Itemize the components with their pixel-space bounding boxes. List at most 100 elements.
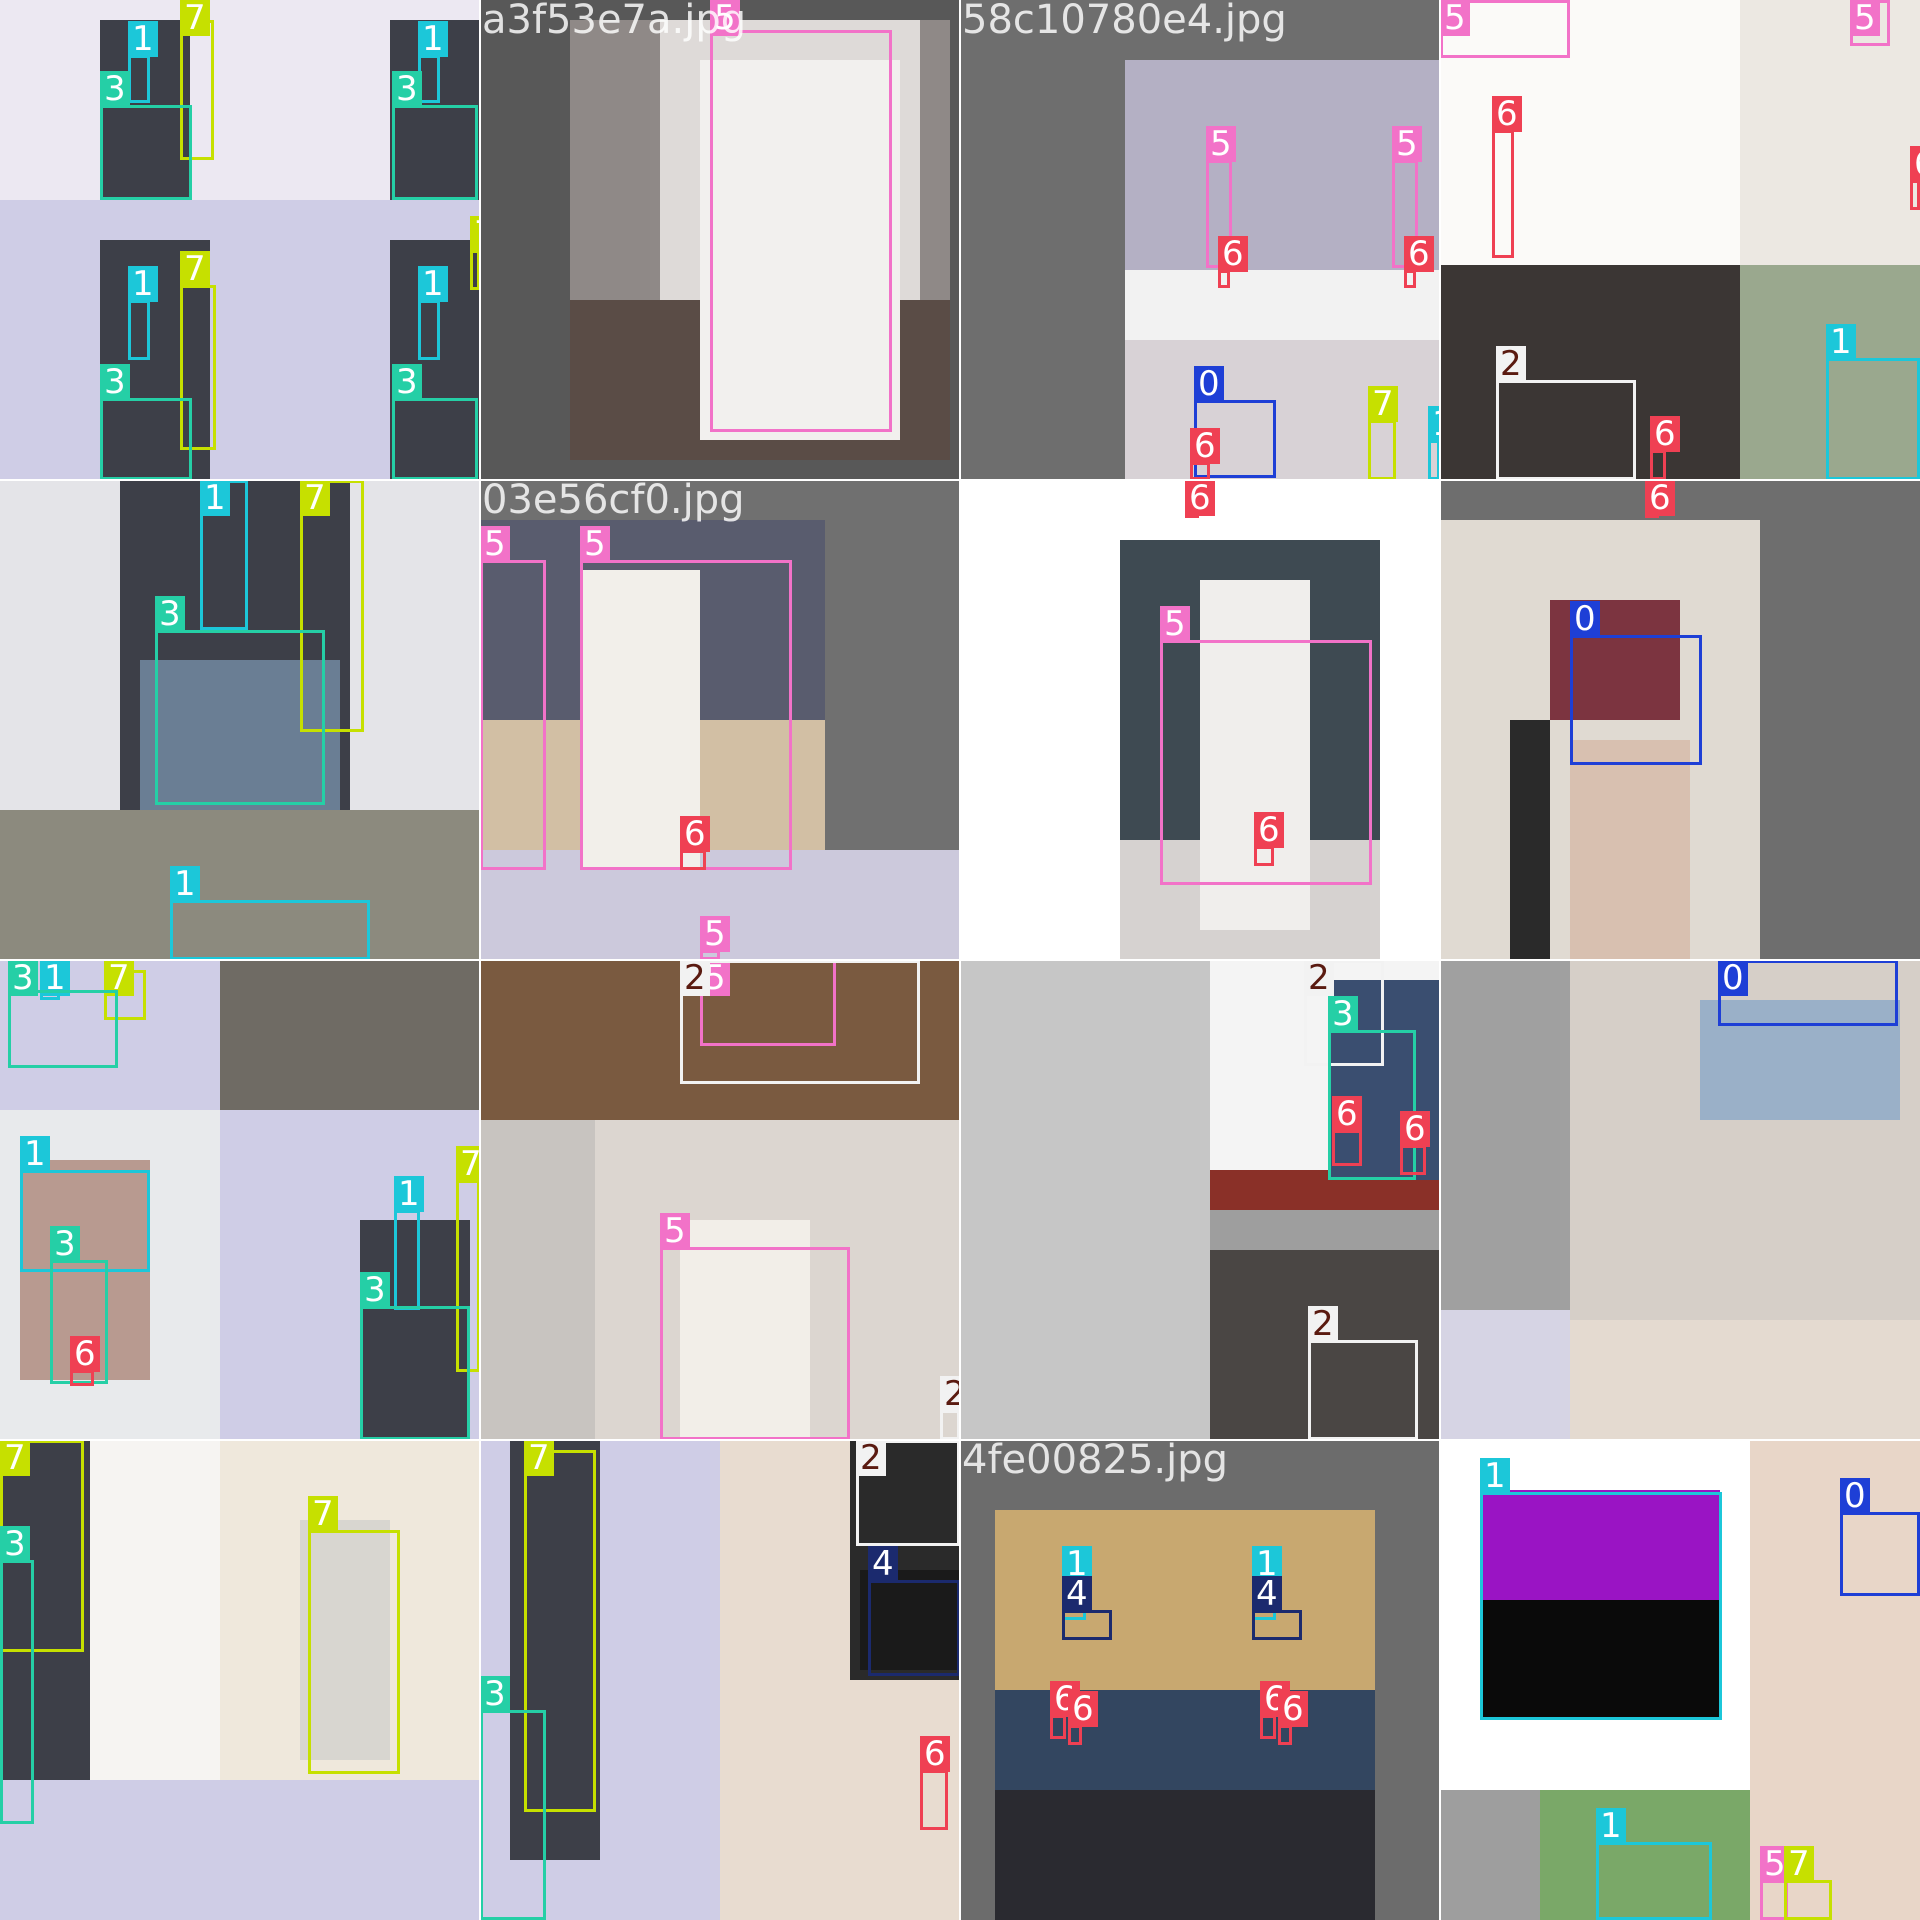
- tile-15: 1 4 6 6 1 4 6 6 4fe00825.jpg: [960, 1440, 1440, 1920]
- bbox-label: 3: [0, 1526, 30, 1562]
- bbox-class-1: [1480, 1492, 1722, 1720]
- bbox-class-1: [170, 900, 370, 960]
- bbox-label: 1: [200, 480, 230, 516]
- bbox-class-6: [1332, 1130, 1362, 1166]
- tile-10: 5252: [480, 960, 960, 1440]
- bbox-label: 5: [660, 1213, 690, 1249]
- tile-6: 5 5 6 5 03e56cf0.jpg: [480, 480, 960, 960]
- bbox-class-5: [480, 560, 546, 870]
- bbox-class-3: [100, 398, 192, 480]
- bbox-label: 0: [1194, 366, 1224, 402]
- bbox-label: 1: [394, 1176, 424, 1212]
- bbox-label: 0: [1718, 960, 1748, 996]
- bbox-label: 7: [0, 1440, 30, 1476]
- bbox-label: 6: [1218, 236, 1248, 272]
- bbox-label: 5: [1850, 0, 1880, 36]
- bbox-class-2: [1496, 380, 1636, 480]
- bbox-label: 7: [180, 251, 210, 287]
- bbox-class-2: [1308, 1340, 1418, 1440]
- bbox-label: 6: [1492, 96, 1522, 132]
- bbox-class-6: [1400, 1145, 1426, 1175]
- photo-region: [1440, 1310, 1570, 1440]
- bbox-label: 4: [1252, 1576, 1282, 1612]
- bbox-label: 2: [856, 1440, 886, 1476]
- bbox-class-5: [660, 1247, 850, 1440]
- bbox-label: 5: [1160, 606, 1190, 642]
- bbox-label: 1: [128, 21, 158, 57]
- bbox-class-7: [1368, 420, 1396, 480]
- photo-region: [1570, 740, 1690, 960]
- detection-mosaic: 173131731375a3f53e7a.jpg5656067158c10780…: [0, 0, 1920, 1920]
- bbox-class-1: [418, 300, 440, 360]
- bbox-label: 7: [180, 0, 210, 36]
- photo-region: [1440, 1790, 1540, 1920]
- bbox-label: 0: [1840, 1478, 1870, 1514]
- bbox-label: 6: [1254, 812, 1284, 848]
- bbox-label: 6: [70, 1336, 100, 1372]
- bbox-label: 7: [300, 480, 330, 516]
- tile-4: 5 6 6 5 2 1 6: [1440, 0, 1920, 480]
- bbox-label: 2: [1308, 1306, 1338, 1342]
- bbox-label: 1: [20, 1136, 50, 1172]
- photo-region: [1570, 1320, 1920, 1440]
- bbox-label: 7: [524, 1440, 554, 1476]
- bbox-class-0: [1840, 1512, 1920, 1596]
- bbox-class-6: [1492, 130, 1514, 258]
- bbox-class-3: [392, 105, 478, 200]
- bbox-label: 6: [1068, 1691, 1098, 1727]
- bbox-label: 1: [1596, 1808, 1626, 1844]
- bbox-label: 6: [1404, 236, 1434, 272]
- photo-region: [0, 1780, 480, 1920]
- bbox-label: 3: [480, 1676, 510, 1712]
- bbox-class-3: [392, 398, 478, 480]
- tile-1: 17313173137: [0, 0, 480, 480]
- bbox-label: 6: [1400, 1111, 1430, 1147]
- bbox-label: 2: [1304, 960, 1334, 996]
- bbox-class-3: [155, 630, 325, 805]
- bbox-label: 5: [1392, 126, 1422, 162]
- bbox-class-6: [1910, 180, 1920, 210]
- bbox-class-0: [1570, 635, 1702, 765]
- bbox-label: 3: [155, 596, 185, 632]
- bbox-label: 6: [920, 1736, 950, 1772]
- bbox-class-3: [8, 990, 118, 1068]
- bbox-label: 6: [1332, 1096, 1362, 1132]
- bbox-label: 1: [418, 21, 448, 57]
- bbox-label: 6: [1185, 480, 1215, 516]
- bbox-label: 3: [8, 960, 38, 996]
- bbox-label: 6: [1190, 428, 1220, 464]
- bbox-label: 6: [1278, 1691, 1308, 1727]
- photo-region: [995, 1790, 1375, 1920]
- tile-5: 1731: [0, 480, 480, 960]
- bbox-label: 5: [1440, 0, 1470, 36]
- bbox-class-4: [1252, 1610, 1302, 1640]
- tile-8: 06: [1440, 480, 1920, 960]
- bbox-label: 1: [1480, 1458, 1510, 1494]
- tile-3: 5656067158c10780e4.jpg: [960, 0, 1440, 480]
- bbox-label: 6: [680, 816, 710, 852]
- tile-2: 5 a3f53e7a.jpg: [480, 0, 960, 480]
- bbox-label: 5: [700, 916, 730, 952]
- bbox-label: 7: [1784, 1846, 1814, 1882]
- bbox-label: 6: [1645, 480, 1675, 516]
- bbox-label: 3: [1328, 996, 1358, 1032]
- tile-filename: a3f53e7a.jpg: [482, 0, 747, 43]
- bbox-class-2: [940, 1410, 960, 1440]
- bbox-label: 6: [1910, 146, 1920, 182]
- bbox-class-2: [680, 960, 920, 1084]
- grid-divider-horizontal: [0, 959, 1920, 961]
- tile-16: 10157: [1440, 1440, 1920, 1920]
- bbox-label: 3: [392, 71, 422, 107]
- tile-7: 5 6 6: [960, 480, 1440, 960]
- photo-region: [1125, 270, 1440, 340]
- bbox-label: 4: [1062, 1576, 1092, 1612]
- bbox-class-4: [1062, 1610, 1112, 1640]
- bbox-class-7: [308, 1530, 400, 1774]
- bbox-label: 2: [1496, 346, 1526, 382]
- bbox-label: 5: [480, 526, 510, 562]
- grid-divider-horizontal: [0, 1439, 1920, 1441]
- bbox-class-3: [100, 105, 192, 200]
- tile-12: 0: [1440, 960, 1920, 1440]
- bbox-class-1: [20, 1170, 150, 1272]
- tile-13: 7 3 7: [0, 1440, 480, 1920]
